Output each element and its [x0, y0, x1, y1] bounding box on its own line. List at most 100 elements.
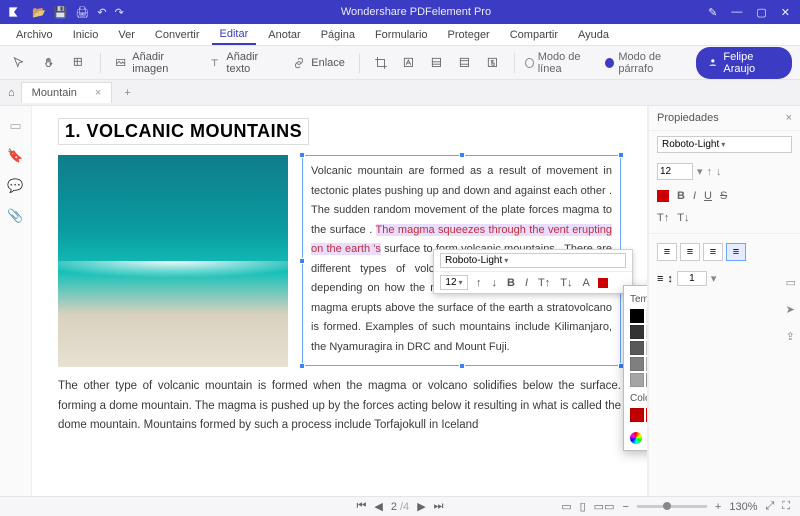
align-left-icon[interactable]: ≡ [657, 243, 677, 261]
line-spacing-icon[interactable]: ↕ [667, 273, 673, 285]
crop-icon[interactable] [370, 53, 392, 73]
sidepanel-share-icon[interactable]: ⇪ [786, 330, 796, 343]
menu-anotar[interactable]: Anotar [260, 26, 308, 44]
bookmarks-icon[interactable]: 🔖 [7, 148, 23, 164]
next-page-icon[interactable]: ▶ [417, 500, 425, 513]
prop-size-input[interactable] [657, 163, 693, 180]
note-icon[interactable]: ✎ [708, 6, 717, 19]
align-right-icon[interactable]: ≡ [703, 243, 723, 261]
prev-page-icon[interactable]: ◀ [374, 500, 382, 513]
menu-convertir[interactable]: Convertir [147, 26, 208, 44]
window-maximize[interactable]: ▢ [756, 6, 766, 19]
mini-color-swatch[interactable] [598, 278, 608, 288]
edit-tool[interactable] [68, 53, 90, 73]
mini-sup[interactable]: T↑ [536, 276, 552, 290]
hand-tool[interactable] [38, 53, 60, 73]
view-two-icon[interactable]: ▭▭ [594, 500, 615, 513]
align-justify-icon[interactable]: ≡ [726, 243, 746, 261]
select-tool[interactable] [8, 53, 30, 73]
sidepanel-send-icon[interactable]: ➤ [786, 303, 796, 316]
close-tab-icon[interactable]: × [95, 87, 101, 99]
paragraph-2[interactable]: The other type of volcanic mountain is f… [58, 377, 621, 436]
mini-bold[interactable]: B [505, 276, 517, 290]
zoom-slider[interactable] [637, 505, 707, 508]
mini-decrease-icon[interactable]: ↓ [490, 276, 500, 290]
prop-sub[interactable]: T↓ [677, 212, 689, 224]
theme-color-swatch[interactable] [630, 341, 644, 355]
page-canvas[interactable]: 1. VOLCANIC MOUNTAINS Volcanic mountain … [32, 106, 648, 496]
mini-size-select[interactable]: 12 [440, 275, 468, 290]
menu-editar[interactable]: Editar [212, 25, 257, 45]
sidepanel-tool1-icon[interactable]: ▭ [786, 276, 796, 289]
menu-proteger[interactable]: Proteger [440, 26, 498, 44]
prop-color-swatch[interactable] [657, 190, 669, 202]
comments-icon[interactable]: 💬 [7, 178, 23, 194]
next-page-last-icon[interactable]: ⏭ [434, 500, 444, 513]
ql-redo-icon[interactable]: ↷ [115, 6, 124, 19]
prev-page-first-icon[interactable]: ⏮ [356, 500, 366, 513]
menu-archivo[interactable]: Archivo [8, 26, 61, 44]
fullscreen-icon[interactable]: ⛶ [782, 500, 790, 513]
volcano-image[interactable] [58, 155, 288, 367]
theme-color-swatch[interactable] [630, 373, 644, 387]
window-minimize[interactable]: — [731, 6, 742, 19]
mini-sub[interactable]: T↓ [558, 276, 574, 290]
add-text-button[interactable]: Añadir texto [205, 48, 282, 78]
prop-italic[interactable]: I [693, 190, 696, 202]
properties-close-icon[interactable]: × [786, 112, 792, 124]
watermark-icon[interactable] [398, 53, 420, 73]
header-footer-icon[interactable] [454, 53, 476, 73]
home-tab-icon[interactable]: ⌂ [8, 87, 15, 99]
thumbnails-icon[interactable]: ▭ [9, 118, 21, 134]
mode-paragraph[interactable]: Modo de párrafo [605, 51, 689, 75]
document-tab[interactable]: Mountain× [21, 82, 113, 103]
spacing-input[interactable] [677, 271, 707, 286]
mini-increase-icon[interactable]: ↑ [474, 276, 484, 290]
window-close[interactable]: ✕ [781, 6, 790, 19]
zoom-in-icon[interactable]: + [715, 501, 721, 513]
menu-formulario[interactable]: Formulario [367, 26, 436, 44]
list-style-icon[interactable]: ≡ [657, 273, 663, 285]
left-sidebar: ▭ 🔖 💬 📎 [0, 106, 32, 496]
add-tab-button[interactable]: + [118, 87, 136, 99]
menu-página[interactable]: Página [313, 26, 363, 44]
menu-compartir[interactable]: Compartir [502, 26, 566, 44]
prop-strike[interactable]: S [720, 190, 727, 202]
menu-inicio[interactable]: Inicio [65, 26, 107, 44]
prop-inc-icon[interactable]: ↑ [707, 166, 713, 178]
menu-ver[interactable]: Ver [110, 26, 143, 44]
link-button[interactable]: Enlace [288, 53, 349, 73]
more-colors-button[interactable]: Más colores [630, 428, 648, 444]
prop-size-down-icon[interactable]: ▾ [697, 165, 703, 178]
menu-ayuda[interactable]: Ayuda [570, 26, 617, 44]
mode-line[interactable]: Modo de línea [525, 51, 600, 75]
view-cont-icon[interactable]: ▯ [580, 500, 586, 513]
align-center-icon[interactable]: ≡ [680, 243, 700, 261]
ql-undo-icon[interactable]: ↶ [97, 6, 106, 19]
mini-font-icon[interactable]: A [580, 276, 591, 290]
prop-underline[interactable]: U [704, 190, 712, 202]
theme-color-swatch[interactable] [630, 325, 644, 339]
background-icon[interactable] [426, 53, 448, 73]
mini-font-select[interactable]: Roboto-Light [440, 253, 626, 268]
fit-width-icon[interactable]: ⤢ [765, 500, 774, 513]
prop-font-select[interactable]: Roboto-Light [657, 136, 792, 153]
spacing-down-icon[interactable]: ▾ [711, 272, 717, 285]
ql-print-icon[interactable]: 🖨 [75, 6, 89, 19]
prop-sup[interactable]: T↑ [657, 212, 669, 224]
prop-dec-icon[interactable]: ↓ [716, 166, 722, 178]
mini-italic[interactable]: I [523, 276, 530, 290]
ql-open-icon[interactable]: 📂 [32, 6, 46, 19]
theme-color-swatch[interactable] [630, 357, 644, 371]
app-logo [0, 5, 28, 19]
add-image-button[interactable]: Añadir imagen [111, 48, 199, 78]
ql-save-icon[interactable]: 💾 [54, 6, 68, 19]
attachments-icon[interactable]: 📎 [7, 208, 23, 224]
user-pill[interactable]: Felipe Araujo [696, 47, 792, 79]
view-single-icon[interactable]: ▭ [561, 500, 571, 513]
std-color-swatch[interactable] [630, 408, 644, 422]
prop-bold[interactable]: B [677, 190, 685, 202]
zoom-out-icon[interactable]: − [622, 501, 628, 513]
bates-icon[interactable] [482, 53, 504, 73]
theme-color-swatch[interactable] [630, 309, 644, 323]
